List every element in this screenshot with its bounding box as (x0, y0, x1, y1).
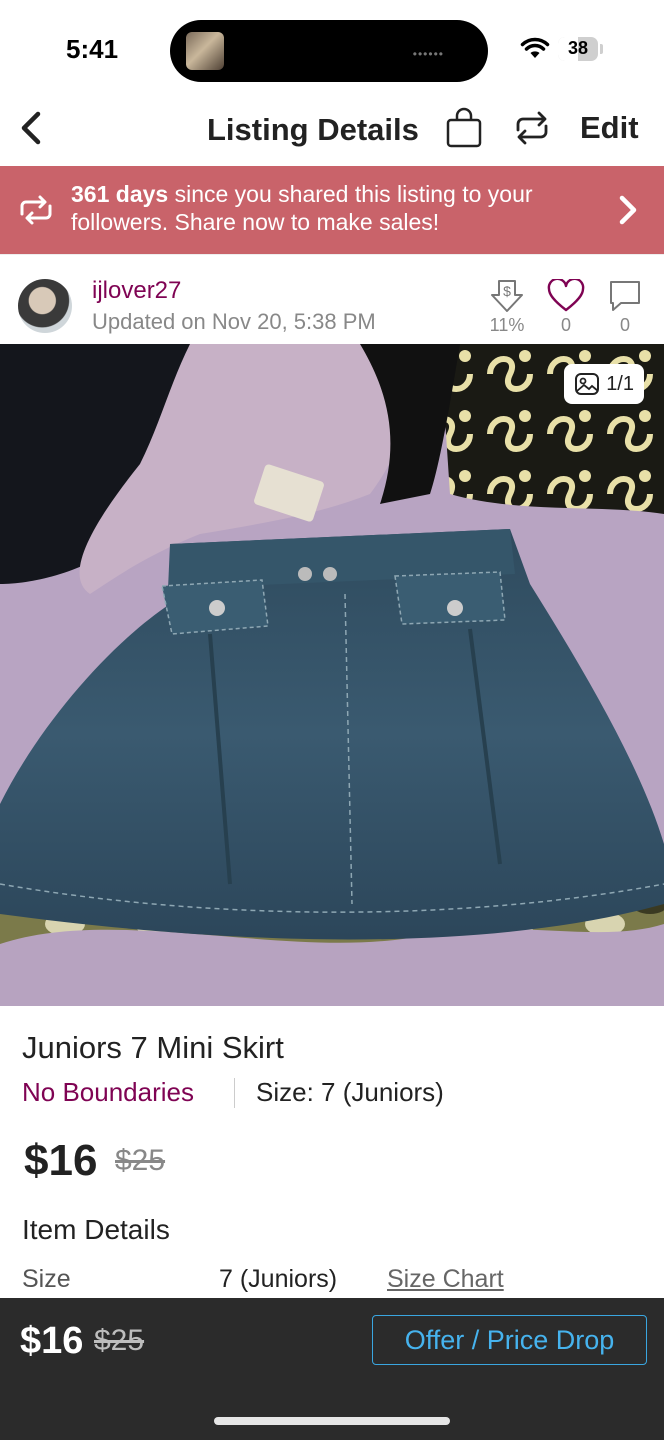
bottom-original-price: $25 (94, 1324, 145, 1357)
price-drop-tag-icon: $ (491, 280, 523, 312)
banner-message: 361 days since you shared this listing t… (71, 180, 601, 236)
dynamic-island: •••••• (170, 20, 488, 82)
brand-link[interactable]: No Boundaries (22, 1077, 194, 1108)
svg-text:$: $ (503, 283, 511, 299)
chevron-right-icon (619, 195, 637, 225)
shopping-bag-icon[interactable] (444, 106, 484, 150)
banner-days: 361 days (71, 181, 169, 207)
comment-stat[interactable]: 0 (605, 279, 645, 336)
bottom-action-bar: $16 $25 Offer / Price Drop (0, 1298, 664, 1440)
photo-counter-text: 1/1 (606, 372, 634, 395)
photo-counter[interactable]: 1/1 (564, 364, 644, 404)
comment-icon (610, 281, 640, 311)
updated-timestamp: Updated on Nov 20, 5:38 PM (92, 309, 376, 334)
edit-button[interactable]: Edit (580, 110, 639, 146)
top-nav: Listing Details Edit (0, 100, 664, 166)
seller-row: ijlover27 Updated on Nov 20, 5:38 PM $ 1… (0, 254, 664, 344)
battery-level: 38 (567, 38, 589, 58)
repost-icon[interactable] (512, 108, 552, 148)
status-time: 5:41 (66, 34, 119, 64)
listing-photo[interactable]: 1/1 (0, 344, 664, 1006)
price-drop-stat[interactable]: $ 11% (487, 279, 527, 336)
price-drop-percent: 11% (489, 315, 525, 335)
like-stat[interactable]: 0 (546, 279, 586, 336)
bottom-price: $16 (20, 1320, 84, 1362)
battery-icon: 38 (558, 37, 598, 61)
original-price: $25 (115, 1144, 166, 1177)
like-count: 0 (560, 315, 571, 335)
item-details-heading: Item Details (22, 1214, 170, 1245)
avatar[interactable] (18, 279, 72, 333)
seller-username[interactable]: ijlover27 (92, 277, 181, 305)
detail-row-value: 7 (Juniors) (219, 1265, 338, 1293)
page-title: Listing Details (207, 112, 419, 147)
offer-price-drop-button[interactable]: Offer / Price Drop (372, 1315, 647, 1365)
status-bar: 5:41 •••••• 38 (0, 0, 664, 100)
chevron-left-icon[interactable] (14, 108, 54, 148)
share-reminder-banner[interactable]: 361 days since you shared this listing t… (0, 166, 664, 254)
divider (234, 1078, 235, 1108)
island-activity-dots: •••••• (412, 47, 444, 61)
size-chart-link[interactable]: Size Chart (387, 1265, 504, 1294)
repost-icon (20, 195, 52, 225)
skirt-photo-illustration (0, 344, 664, 1006)
now-playing-thumbnail (186, 32, 224, 70)
home-indicator[interactable] (214, 1417, 450, 1425)
wifi-icon (520, 37, 550, 58)
listing-title: Juniors 7 Mini Skirt (22, 1030, 284, 1065)
listing-price: $16 (24, 1136, 98, 1185)
heart-icon (547, 279, 585, 312)
image-stack-icon (575, 373, 600, 395)
size-label: Size: 7 (Juniors) (256, 1077, 444, 1107)
comment-count: 0 (619, 315, 630, 335)
detail-row-label: Size (22, 1265, 71, 1293)
